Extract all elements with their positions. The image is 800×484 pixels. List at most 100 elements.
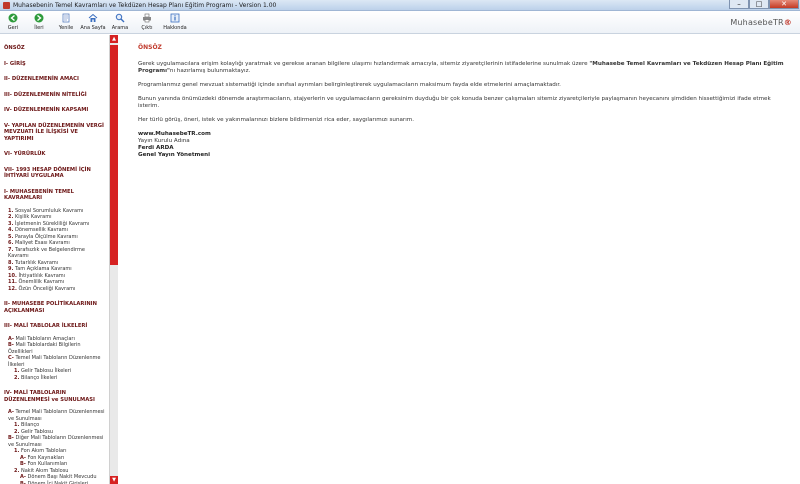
sidebar-item[interactable]: B- Mali Tablolardaki Bilgilerin Özellikl… [4,342,105,355]
sidebar-heading[interactable]: ÖNSÖZ [4,45,105,52]
window-controls: – □ ✕ [729,0,799,10]
back-button-label: Geri [7,25,19,31]
sidebar-item[interactable]: C- Temel Mali Tabloların Düzenlenme İlke… [4,355,105,368]
signature-name: Ferdi ARDA [138,145,174,151]
sidebar-item-number: 1. [14,448,20,454]
intro-text-end: nı hazırlamış bulunmaktayız. [169,68,251,74]
sidebar-heading[interactable]: IV- DÜZENLEMENİN KAPSAMI [4,107,105,114]
sidebar-heading[interactable]: IV- MALİ TABLOLARIN DÜZENLENMESİ ve SUNU… [4,390,105,403]
about-button-label: Hakkında [163,25,187,31]
sidebar-navigation: ÖNSÖZ I- GİRİŞ II- DÜZENLEMENİN AMACI III- … [0,35,110,484]
signature-block: www.MuhasebeTR.com Yayın Kurulu Adına Fe… [138,131,788,159]
intro-text: Gerek uygulamacılara erişim kolaylığı ya… [138,61,590,67]
app-icon [3,2,10,9]
about-button[interactable]: Hakkında [162,12,188,33]
sidebar-item-number: 10. [8,272,17,279]
sidebar-item-label: Dönemsellik Kavramı [14,227,68,233]
sidebar-heading[interactable]: VI- YÜRÜRLÜK [4,151,105,158]
minimize-button[interactable]: – [729,0,749,9]
home-button-label: Ana Sayfa [80,25,106,31]
forward-arrow-icon [34,13,44,23]
sidebar-item-number: B- [8,435,14,441]
forward-button-label: İleri [34,25,44,31]
sidebar-item-number: 1. [8,207,14,214]
logo-suffix: ® [783,18,792,27]
search-button[interactable]: Arama [110,12,130,33]
sidebar-item-number: A- [8,335,14,342]
maximize-button[interactable]: □ [749,0,769,9]
sidebar-item-label: Tam Açıklama Kavramı [14,266,72,272]
sidebar-item[interactable]: 12. Özün Önceliği Kavramı [4,286,105,293]
sidebar-item-label: Fon Kullanımları [27,461,68,467]
signature-title: Genel Yayın Yönetmeni [138,152,211,158]
sidebar-heading[interactable]: II- MUHASEBE POLİTİKALARININ AÇIKLANMASI [4,301,105,314]
sidebar-item-number: 2. [14,467,20,474]
paragraph-intro: Gerek uygulamacılara erişim kolaylığı ya… [138,61,788,75]
sidebar-item-number: 12. [8,285,17,292]
sidebar-item[interactable]: A- Temel Mali Tabloların Düzenlenmesi ve… [4,409,105,422]
window-title-bar: Muhasebenin Temel Kavramları ve Tekdüzen… [0,0,800,11]
page-title: ÖNSÖZ [138,44,162,51]
sidebar-item-label: İhtiyatlılık Kavramı [18,272,66,279]
sidebar-item-label: Mali Tablolardaki Bilgilerin Özellikleri [8,342,81,355]
logo-text: MuhasebeTR [730,18,784,27]
close-button[interactable]: ✕ [769,0,799,9]
signature-site: www.MuhasebeTR.com [138,131,211,137]
home-button[interactable]: Ana Sayfa [80,12,106,33]
sidebar-item-number: B- [20,461,26,467]
sidebar-item-label: Gelir Tablosu İlkeleri [20,368,72,374]
sidebar-item[interactable]: 7. Tarafsızlık ve Belgelendirme Kavramı [4,247,105,260]
sidebar-heading[interactable]: V- YAPILAN DÜZENLEMENİN VERGİ MEVZUATI İ… [4,123,105,143]
sidebar-item-number: 8. [8,259,14,266]
sidebar-heading[interactable]: I- MUHASEBENİN TEMEL KAVRAMLARI [4,189,105,202]
sidebar-scrollbar[interactable]: ▲ ▼ [110,35,118,484]
sidebar-heading[interactable]: III- DÜZENLEMENİN NİTELİĞİ [4,92,105,99]
sidebar-item-label: Diğer Mali Tabloların Düzenlenmesi ve Su… [8,435,104,448]
sidebar-item-label: Nakit Akım Tablosu [20,467,69,474]
window-title: Muhasebenin Temel Kavramları ve Tekdüzen… [13,2,277,9]
search-button-label: Arama [111,25,129,31]
paragraph-aim: Programlarımız genel mevzuat sistematiği… [138,82,561,88]
sidebar-item-label: Maliyet Esası Kavramı [14,240,70,246]
sidebar-heading[interactable]: II- DÜZENLEMENİN AMACI [4,76,105,83]
sidebar-item-number: 2. [8,214,14,220]
muhasebetr-logo: MuhasebeTR® [730,18,792,27]
sidebar-heading[interactable]: VII- 1993 HESAP DÖNEMİ İÇİN İHTİYARİ UYG… [4,167,105,180]
sidebar-item[interactable]: B- Dönem İçi Nakit Girişleri [4,481,105,484]
sidebar-item-label: Önemlilik Kavramı [18,279,65,285]
sidebar-item-label: Fon Akım Tabloları [20,448,67,454]
scroll-up-button[interactable]: ▲ [110,35,118,43]
sidebar-item[interactable]: B- Diğer Mali Tabloların Düzenlenmesi ve… [4,435,105,448]
sidebar-item-label: Mali Tabloların Amaçları [15,335,75,342]
refresh-document-icon [62,13,70,23]
sidebar-item-label: Sosyal Sorumluluk Kavramı [14,207,84,214]
scroll-thumb[interactable] [110,45,118,265]
sidebar-item-number: A- [8,409,14,415]
scroll-down-button[interactable]: ▼ [110,476,118,484]
sidebar-item-number: 3. [8,220,14,227]
sidebar-item-number: 6. [8,240,14,246]
sidebar-item-number: A- [20,474,26,480]
paragraph-request: Her türlü görüş, öneri, istek ve yakınma… [138,117,415,123]
sidebar-heading[interactable]: III- MALİ TABLOLAR İLKELERİ [4,323,105,330]
sidebar-item-number: 4. [8,227,14,233]
back-button[interactable]: Geri [3,12,23,33]
paragraph-future: Bunun yanında önümüzdeki dönemde araştır… [138,96,771,109]
sidebar-item-label: Dönem İçi Nakit Girişleri [27,480,89,484]
sidebar-item-label: Temel Mali Tabloların Düzenlenme İlkeler… [8,355,101,368]
sidebar-heading[interactable]: I- GİRİŞ [4,61,105,68]
sidebar-item-label: Temel Mali Tabloların Düzenlenmesi ve Su… [8,409,105,422]
sidebar-item-number: 9. [8,266,14,272]
print-button[interactable]: Çıktı [137,12,157,33]
sidebar-item-label: Tutarlılık Kavramı [14,259,59,266]
forward-button[interactable]: İleri [29,12,49,33]
sidebar-item-number: B- [20,480,26,484]
sidebar-item[interactable]: 2. Bilanço İlkeleri [4,375,105,382]
sidebar-item-number: C- [8,355,14,361]
sidebar-item-number: 7. [8,246,14,253]
sidebar-item-label: Kişilik Kavramı [14,214,52,220]
content-pane: ÖNSÖZ Gerek uygulamacılara erişim kolayl… [138,44,788,159]
sidebar-item-label: Dönem Başı Nakit Mevcudu [27,474,97,480]
printer-icon [143,13,151,23]
refresh-button[interactable]: Yenile [55,12,77,33]
